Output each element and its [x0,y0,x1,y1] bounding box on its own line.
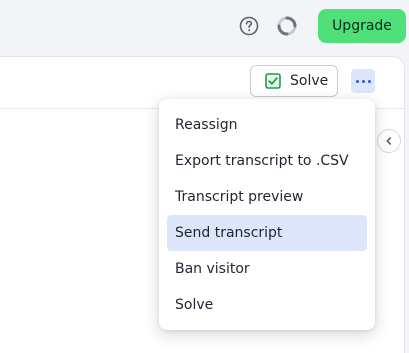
loading-ring-icon [277,16,297,36]
menu-item-reassign[interactable]: Reassign [167,107,367,143]
more-options-button[interactable] [351,69,375,93]
menu-item-transcript-preview[interactable]: Transcript preview [167,179,367,215]
menu-item-solve[interactable]: Solve [167,287,367,323]
collapse-sidebar-button[interactable] [377,129,401,153]
solve-button-label: Solve [290,73,329,89]
side-strip [405,56,409,352]
menu-item-export-csv[interactable]: Export transcript to .CSV [167,143,367,179]
more-horizontal-icon [355,79,359,83]
top-bar: Upgrade [0,0,409,56]
solve-button[interactable]: Solve [250,65,338,97]
chevron-left-icon [386,137,392,145]
check-square-icon [265,73,281,89]
upgrade-button[interactable]: Upgrade [318,9,406,43]
menu-item-send-transcript[interactable]: Send transcript [167,215,367,251]
menu-item-ban-visitor[interactable]: Ban visitor [167,251,367,287]
question-circle-icon[interactable] [239,16,259,36]
more-options-menu: Reassign Export transcript to .CSV Trans… [159,99,375,330]
